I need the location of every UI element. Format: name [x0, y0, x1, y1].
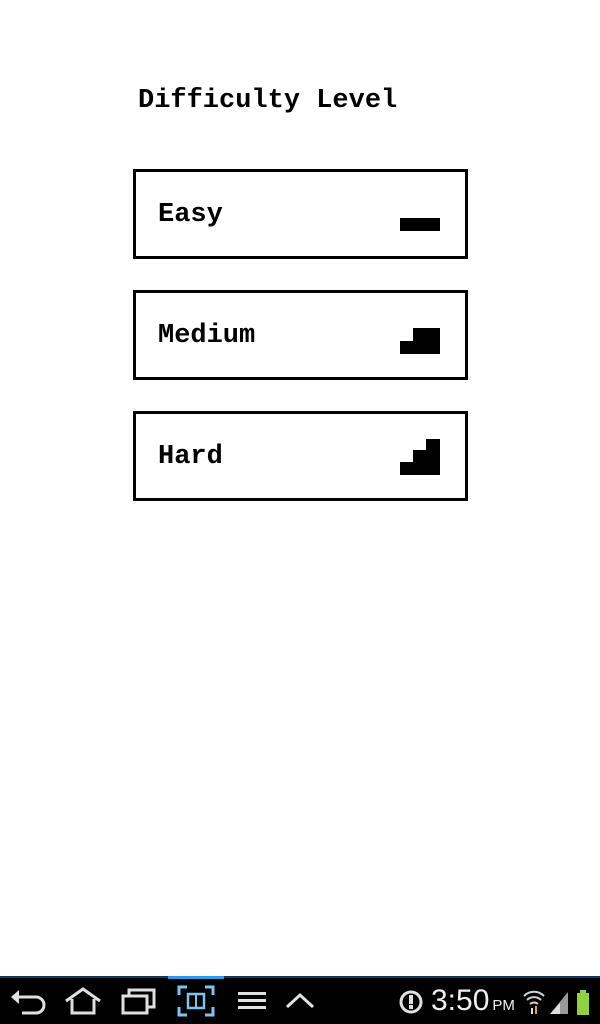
level-3-icon — [400, 439, 440, 475]
up-arrow-icon[interactable] — [284, 984, 318, 1018]
difficulty-medium-button[interactable]: Medium — [133, 290, 468, 380]
back-icon[interactable] — [8, 984, 48, 1018]
screenshot-icon[interactable] — [176, 984, 216, 1018]
menu-icon[interactable] — [236, 984, 270, 1018]
difficulty-easy-button[interactable]: Easy — [133, 169, 468, 259]
signal-icon — [550, 992, 568, 1014]
system-navigation-bar: 3:50 PM — [0, 976, 600, 1024]
level-2-icon — [400, 328, 440, 354]
difficulty-hard-label: Hard — [158, 442, 223, 472]
active-indicator — [168, 976, 224, 979]
difficulty-easy-label: Easy — [158, 200, 223, 230]
difficulty-medium-label: Medium — [158, 321, 256, 351]
recent-apps-icon[interactable] — [118, 984, 160, 1018]
page-title: Difficulty Level — [138, 86, 398, 116]
clock-time: 3:50 — [431, 984, 490, 1017]
wifi-icon — [523, 990, 545, 1014]
sync-icon — [399, 990, 423, 1014]
battery-icon — [577, 990, 589, 1015]
level-1-icon — [400, 218, 440, 231]
home-icon[interactable] — [62, 984, 104, 1018]
clock-ampm: PM — [492, 997, 515, 1014]
difficulty-hard-button[interactable]: Hard — [133, 411, 468, 501]
status-clock: 3:50 PM — [431, 984, 515, 1018]
